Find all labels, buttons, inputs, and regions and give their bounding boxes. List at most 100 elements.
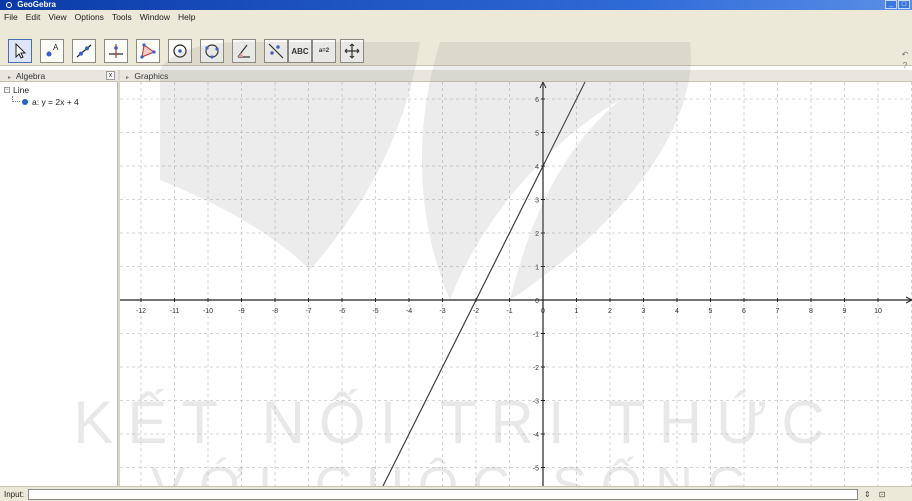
conic-tool-button[interactable] [200,39,224,63]
coordinate-plane[interactable]: -12 -11 -10 -9 -8 -7 -6 -5 -4 -3 -2 -1 0 1 2 3 4 5 6 7 8 9 106… [120,82,912,486]
x-tick-label: 3 [642,308,646,315]
minimize-button[interactable]: _ [885,0,897,9]
x-tick-label: 7 [776,308,780,315]
algebra-group-label: Line [13,85,30,95]
geogebra-logo-icon [6,2,12,8]
line-a-graph [382,82,586,486]
y-tick-label: 2 [535,231,539,238]
menu-help[interactable]: Help [178,12,195,22]
tree-branch-icon [12,96,20,102]
collapse-triangle-icon[interactable]: ▸ [126,75,129,81]
x-tick-label: 10 [874,308,882,315]
maximize-button[interactable]: □ [898,0,910,9]
x-tick-label: -11 [170,308,180,315]
y-tick-label: 6 [535,97,539,104]
title-bar: GeoGebra _ □ [0,0,912,10]
angle-icon [237,44,250,58]
menu-view[interactable]: View [48,12,66,22]
slider-tool-button[interactable]: a=2 [312,39,336,63]
input-bar: Input: ⇕ ⊡ [0,486,912,501]
move-graphics-tool-button[interactable] [340,39,364,63]
help-icon[interactable]: ? [900,61,910,70]
x-tick-label: -1 [506,308,512,315]
visibility-toggle-icon[interactable] [22,99,28,105]
collapse-group-icon[interactable]: − [4,87,10,93]
reflect-tool-button[interactable] [264,39,288,63]
algebra-close-button[interactable]: x [106,71,115,80]
new-point-tool-button[interactable]: A [40,39,64,63]
y-tick-label: 5 [535,131,539,138]
polygon-icon [140,43,156,59]
x-tick-label: -8 [272,308,278,315]
perpendicular-line-icon [109,44,123,58]
toolbar-right-controls: ↶ ? [900,50,910,70]
x-tick-label: 1 [575,308,579,315]
undo-icon[interactable]: ↶ [900,50,910,59]
menu-tools[interactable]: Tools [112,12,132,22]
window-controls: _ □ [885,0,910,10]
x-tick-label: 5 [709,308,713,315]
slider-icon: a=2 [318,48,330,54]
move-tool-button[interactable] [8,39,32,63]
x-tick-label: -12 [136,308,146,315]
graphics-view-header: ▸ Graphics [120,70,912,82]
text-icon: ABC [291,46,309,56]
input-label: Input: [4,489,25,499]
input-extras: ⇕ ⊡ [864,490,885,499]
x-tick-label: -10 [203,308,213,315]
alpha-dropdown-icon[interactable]: ⇕ [864,490,871,499]
menu-options[interactable]: Options [75,12,104,22]
y-tick-label: -5 [533,466,539,473]
algebra-view-title: Algebra [15,71,46,81]
collapse-triangle-icon[interactable]: ▸ [8,75,11,81]
input-help-icon[interactable]: ⊡ [879,490,886,499]
menu-file[interactable]: File [4,12,18,22]
line-tool-button[interactable] [72,39,96,63]
algebra-view: − Line a: y = 2x + 4 [0,82,118,486]
algebra-item[interactable]: a: y = 2x + 4 [12,96,113,107]
circle-center-point-icon [173,44,187,58]
y-tick-label: 1 [535,265,539,272]
window-title: GeoGebra [17,0,56,9]
angle-tool-button[interactable] [232,39,256,63]
x-tick-label: 6 [742,308,746,315]
x-tick-label: -4 [406,308,412,315]
x-tick-label: -5 [372,308,378,315]
perpendicular-line-tool-button[interactable] [104,39,128,63]
x-tick-label: -7 [305,308,311,315]
input-field[interactable] [28,488,859,500]
menu-bar: File Edit View Options Tools Window Help [0,10,912,24]
y-tick-label: 0 [535,298,539,305]
graphics-view[interactable]: -12 -11 -10 -9 -8 -7 -6 -5 -4 -3 -2 -1 0 1 2 3 4 5 6 7 8 9 10 6… [120,82,912,486]
move-graphics-icon [344,43,360,59]
menu-window[interactable]: Window [140,12,170,22]
arrow-cursor-icon [15,42,27,59]
text-tool-button[interactable]: ABC [288,39,312,63]
x-tick-label: -3 [439,308,445,315]
polygon-tool-button[interactable] [136,39,160,63]
x-tick-label: 8 [809,308,813,315]
x-tick-label: 2 [608,308,612,315]
x-tick-label: -9 [238,308,244,315]
algebra-item-label: a: y = 2x + 4 [32,97,79,107]
line-through-two-points-icon [76,44,92,58]
y-tick-label: 3 [535,198,539,205]
menu-edit[interactable]: Edit [26,12,41,22]
circle-three-points-icon [205,44,219,59]
algebra-view-header: ▸ Algebra x [0,70,118,82]
toolbar: A ABC a=2 ↶ ? [0,24,912,70]
y-tick-label: -2 [533,365,539,372]
x-tick-label: 4 [675,308,679,315]
circle-tool-button[interactable] [168,39,192,63]
reflect-line-icon [268,43,284,59]
x-tick-label: -6 [339,308,345,315]
graphics-view-title: Graphics [134,71,169,81]
x-tick-label: 9 [843,308,847,315]
y-tick-label: -1 [533,332,539,339]
svg-text:A: A [53,43,59,52]
point-icon: A [46,43,59,57]
x-tick-label: -2 [473,308,479,315]
y-tick-label: 4 [535,164,539,171]
algebra-group-line[interactable]: − Line [4,85,113,95]
y-tick-label: -3 [533,399,539,406]
